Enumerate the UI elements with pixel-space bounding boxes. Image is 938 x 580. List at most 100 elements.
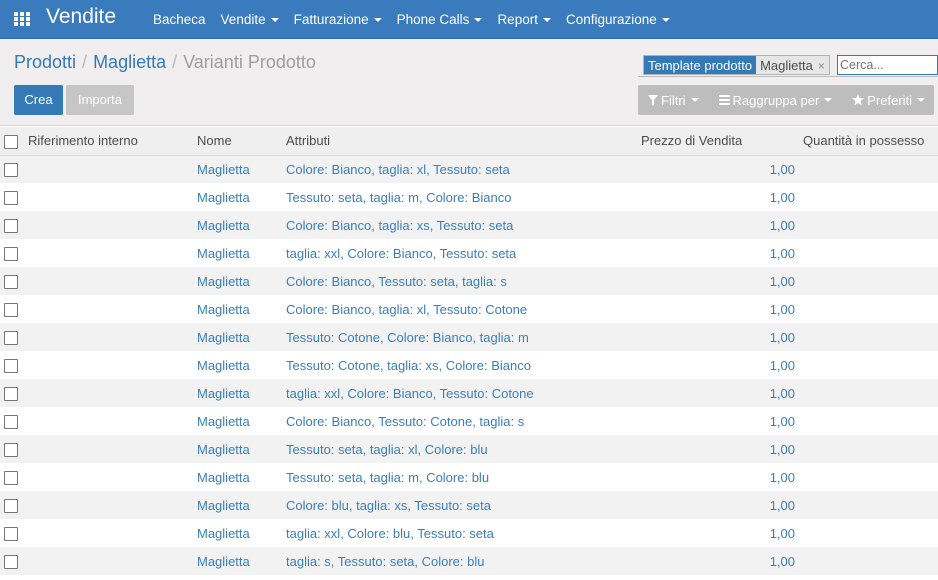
favorites-dropdown[interactable]: Preferiti — [852, 93, 926, 108]
row-checkbox[interactable] — [4, 358, 18, 373]
cell-price[interactable]: 1,00 — [637, 463, 795, 491]
cell-price[interactable]: 1,00 — [637, 407, 795, 435]
row-checkbox[interactable] — [4, 414, 18, 429]
cell-name[interactable]: Maglietta — [196, 351, 285, 379]
cell-attributes[interactable]: Colore: Bianco, taglia: xs, Tessuto: set… — [285, 211, 637, 239]
cell-name[interactable]: Maglietta — [196, 547, 285, 575]
table-row[interactable]: Maglietta Colore: Bianco, Tessuto: Cotone… — [0, 407, 938, 435]
row-checkbox[interactable] — [4, 163, 18, 178]
menu-item-configurazione[interactable]: Configurazione — [566, 12, 670, 27]
select-all-checkbox[interactable] — [4, 134, 18, 149]
breadcrumb-prodotti[interactable]: Prodotti — [14, 52, 76, 72]
cell-price[interactable]: 1,00 — [637, 295, 795, 323]
group-by-dropdown[interactable]: Raggruppa per — [718, 93, 833, 108]
cell-price[interactable]: 1,00 — [637, 323, 795, 351]
row-checkbox[interactable] — [4, 498, 18, 513]
row-checkbox[interactable] — [4, 526, 18, 541]
row-checkbox[interactable] — [4, 554, 18, 569]
import-button[interactable]: Importa — [66, 85, 134, 115]
cell-attributes[interactable]: Colore: Bianco, taglia: xl, Tessuto: Cot… — [285, 295, 637, 323]
row-checkbox[interactable] — [4, 470, 18, 485]
cell-price[interactable]: 1,00 — [637, 491, 795, 519]
row-checkbox[interactable] — [4, 302, 18, 317]
cell-name[interactable]: Maglietta — [196, 519, 285, 547]
table-row[interactable]: Maglietta Tessuto: seta, taglia: m, Color… — [0, 463, 938, 491]
apps-grid-icon[interactable] — [14, 12, 31, 27]
menu-item-vendite[interactable]: Vendite — [221, 12, 279, 27]
cell-name[interactable]: Maglietta — [196, 379, 285, 407]
cell-price[interactable]: 1,00 — [637, 379, 795, 407]
table-row[interactable]: Maglietta Colore: Bianco, taglia: xl, Tes… — [0, 155, 938, 183]
cell-attributes[interactable]: taglia: s, Tessuto: seta, Colore: blu — [285, 547, 637, 575]
table-row[interactable]: Maglietta Colore: Bianco, Tessuto: seta, … — [0, 267, 938, 295]
row-checkbox[interactable] — [4, 190, 18, 205]
column-header-name[interactable]: Nome — [196, 127, 285, 156]
cell-price[interactable]: 1,00 — [637, 183, 795, 211]
cell-attributes[interactable]: Tessuto: Cotone, Colore: Bianco, taglia:… — [285, 323, 637, 351]
cell-ref — [26, 211, 196, 239]
cell-name[interactable]: Maglietta — [196, 295, 285, 323]
table-row[interactable]: Maglietta Colore: blu, taglia: xs, Tessut… — [0, 491, 938, 519]
breadcrumb-current: Varianti Prodotto — [183, 52, 316, 72]
table-row[interactable]: Maglietta taglia: xxl, Colore: Bianco, Te… — [0, 239, 938, 267]
row-checkbox[interactable] — [4, 218, 18, 233]
row-checkbox[interactable] — [4, 330, 18, 345]
bars-icon — [718, 95, 730, 105]
menu-item-phone-calls[interactable]: Phone Calls — [397, 12, 483, 27]
cell-attributes[interactable]: taglia: xxl, Colore: blu, Tessuto: seta — [285, 519, 637, 547]
cell-name[interactable]: Maglietta — [196, 407, 285, 435]
row-checkbox[interactable] — [4, 274, 18, 289]
cell-name[interactable]: Maglietta — [196, 463, 285, 491]
table-row[interactable]: Maglietta Colore: Bianco, taglia: xs, Tes… — [0, 211, 938, 239]
cell-attributes[interactable]: Colore: Bianco, Tessuto: seta, taglia: s — [285, 267, 637, 295]
filters-dropdown[interactable]: Filtri — [648, 93, 699, 108]
cell-attributes[interactable]: Tessuto: seta, taglia: m, Colore: Bianco — [285, 183, 637, 211]
cell-name[interactable]: Maglietta — [196, 435, 285, 463]
row-checkbox[interactable] — [4, 386, 18, 401]
cell-price[interactable]: 1,00 — [637, 519, 795, 547]
column-header-price[interactable]: Prezzo di Vendita — [637, 127, 795, 156]
row-checkbox[interactable] — [4, 246, 18, 261]
table-row[interactable]: Maglietta Tessuto: Cotone, taglia: xs, Co… — [0, 351, 938, 379]
breadcrumb-maglietta[interactable]: Maglietta — [93, 52, 166, 72]
cell-name[interactable]: Maglietta — [196, 323, 285, 351]
cell-name[interactable]: Maglietta — [196, 239, 285, 267]
menu-item-fatturazione[interactable]: Fatturazione — [294, 12, 382, 27]
cell-price[interactable]: 1,00 — [637, 211, 795, 239]
cell-name[interactable]: Maglietta — [196, 155, 285, 183]
cell-attributes[interactable]: taglia: xxl, Colore: Bianco, Tessuto: se… — [285, 239, 637, 267]
search-input[interactable] — [837, 55, 938, 75]
cell-name[interactable]: Maglietta — [196, 267, 285, 295]
cell-attributes[interactable]: Colore: Bianco, taglia: xl, Tessuto: set… — [285, 155, 637, 183]
cell-price[interactable]: 1,00 — [637, 435, 795, 463]
column-header-attributes[interactable]: Attributi — [285, 127, 637, 156]
cell-price[interactable]: 1,00 — [637, 267, 795, 295]
cell-name[interactable]: Maglietta — [196, 183, 285, 211]
cell-attributes[interactable]: Colore: Bianco, Tessuto: Cotone, taglia:… — [285, 407, 637, 435]
cell-price[interactable]: 1,00 — [637, 155, 795, 183]
cell-attributes[interactable]: Tessuto: Cotone, taglia: xs, Colore: Bia… — [285, 351, 637, 379]
cell-name[interactable]: Maglietta — [196, 211, 285, 239]
cell-name[interactable]: Maglietta — [196, 491, 285, 519]
table-row[interactable]: Maglietta Tessuto: Cotone, Colore: Bianco… — [0, 323, 938, 351]
table-row[interactable]: Maglietta taglia: xxl, Colore: Bianco, Te… — [0, 379, 938, 407]
cell-attributes[interactable]: Tessuto: seta, taglia: m, Colore: blu — [285, 463, 637, 491]
column-header-qty[interactable]: Quantità in possesso — [795, 127, 938, 156]
column-header-ref[interactable]: Riferimento interno — [26, 127, 196, 156]
cell-attributes[interactable]: Tessuto: seta, taglia: xl, Colore: blu — [285, 435, 637, 463]
row-checkbox[interactable] — [4, 442, 18, 457]
create-button[interactable]: Crea — [14, 85, 63, 115]
menu-item-bacheca[interactable]: Bacheca — [153, 12, 206, 27]
cell-price[interactable]: 1,00 — [637, 547, 795, 575]
table-row[interactable]: Maglietta taglia: s, Tessuto: seta, Color… — [0, 547, 938, 575]
cell-price[interactable]: 1,00 — [637, 239, 795, 267]
cell-price[interactable]: 1,00 — [637, 351, 795, 379]
table-row[interactable]: Maglietta taglia: xxl, Colore: blu, Tessu… — [0, 519, 938, 547]
table-row[interactable]: Maglietta Tessuto: seta, taglia: xl, Colo… — [0, 435, 938, 463]
table-row[interactable]: Maglietta Colore: Bianco, taglia: xl, Tes… — [0, 295, 938, 323]
menu-item-report[interactable]: Report — [497, 12, 551, 27]
table-row[interactable]: Maglietta Tessuto: seta, taglia: m, Color… — [0, 183, 938, 211]
cell-attributes[interactable]: taglia: xxl, Colore: Bianco, Tessuto: Co… — [285, 379, 637, 407]
close-icon[interactable]: × — [818, 59, 825, 73]
cell-attributes[interactable]: Colore: blu, taglia: xs, Tessuto: seta — [285, 491, 637, 519]
